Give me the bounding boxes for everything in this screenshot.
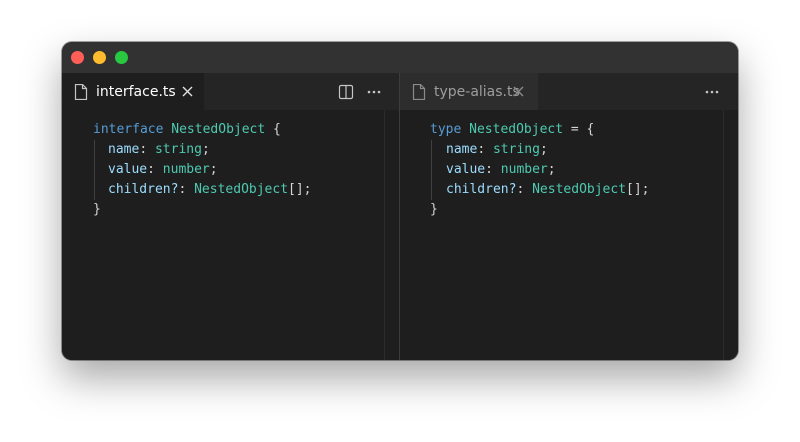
property-name: children? (108, 182, 179, 197)
type-name: number (500, 162, 548, 177)
tab-interface-ts[interactable]: interface.ts (62, 73, 204, 110)
tab-bar-right: type-alias.ts (400, 73, 738, 110)
property-name: children? (446, 182, 517, 197)
punctuation: : (147, 162, 155, 177)
punctuation: : (516, 182, 525, 197)
punctuation: ; (539, 142, 548, 157)
punctuation: []; (288, 182, 312, 197)
code-line-5: } (93, 200, 101, 220)
zoom-window-button[interactable] (115, 51, 128, 64)
property-name: name (446, 142, 478, 157)
type-name: NestedObject (171, 122, 266, 137)
code-editor-left[interactable]: interface NestedObject { name: string; v… (62, 110, 399, 360)
tab-bar-left: interface.ts (62, 73, 399, 110)
indent-guide (431, 140, 432, 200)
minimize-window-button[interactable] (93, 51, 106, 64)
punctuation: : (477, 142, 486, 157)
keyword: interface (93, 122, 164, 137)
punctuation: : (139, 142, 148, 157)
keyword: type (430, 122, 462, 137)
indent-guide (94, 140, 95, 200)
code-line-2: name: string; (108, 140, 210, 160)
property-name: value (446, 162, 486, 177)
more-actions-icon[interactable] (366, 84, 382, 100)
code-line-1: interface NestedObject { (93, 120, 281, 140)
scrollbar-track[interactable] (723, 110, 724, 360)
scrollbar-track[interactable] (384, 110, 385, 360)
close-icon[interactable] (181, 85, 194, 98)
more-actions-icon[interactable] (704, 84, 720, 100)
type-name: string (492, 142, 540, 157)
code-line-5: } (430, 200, 438, 220)
punctuation: : (178, 182, 187, 197)
type-name: NestedObject (194, 182, 289, 197)
code-line-4: children?: NestedObject[]; (108, 180, 312, 200)
type-name: string (154, 142, 202, 157)
code-line-1: type NestedObject = { (430, 120, 594, 140)
tab-label: interface.ts (96, 83, 176, 100)
punctuation: ; (547, 162, 556, 177)
code-line-3: value: number; (108, 160, 218, 180)
editor-group-right: type-alias.ts type NestedObject = { name… (400, 73, 738, 360)
code-line-2: name: string; (446, 140, 548, 160)
type-name: number (162, 162, 210, 177)
punctuation: } (93, 202, 101, 217)
close-window-button[interactable] (71, 51, 84, 64)
code-editor-right[interactable]: type NestedObject = { name: string; valu… (400, 110, 738, 360)
file-icon (412, 83, 426, 100)
punctuation: : (485, 162, 493, 177)
title-bar (62, 42, 738, 73)
punctuation: ; (209, 162, 218, 177)
punctuation: ; (201, 142, 210, 157)
tab-type-alias-ts[interactable]: type-alias.ts (400, 73, 538, 110)
punctuation: []; (626, 182, 650, 197)
editor-window: interface.ts interface NestedObject { na… (62, 42, 738, 360)
close-icon[interactable] (512, 85, 525, 98)
property-name: value (108, 162, 148, 177)
property-name: name (108, 142, 140, 157)
punctuation: { (273, 122, 281, 137)
punctuation: } (430, 202, 438, 217)
type-name: NestedObject (532, 182, 627, 197)
file-icon (74, 83, 88, 100)
punctuation: = { (570, 122, 595, 137)
code-line-3: value: number; (446, 160, 556, 180)
editor-group-left: interface.ts interface NestedObject { na… (62, 73, 399, 360)
type-name: NestedObject (469, 122, 564, 137)
tab-label: type-alias.ts (434, 83, 520, 100)
split-editor-icon[interactable] (338, 84, 354, 100)
code-line-4: children?: NestedObject[]; (446, 180, 650, 200)
